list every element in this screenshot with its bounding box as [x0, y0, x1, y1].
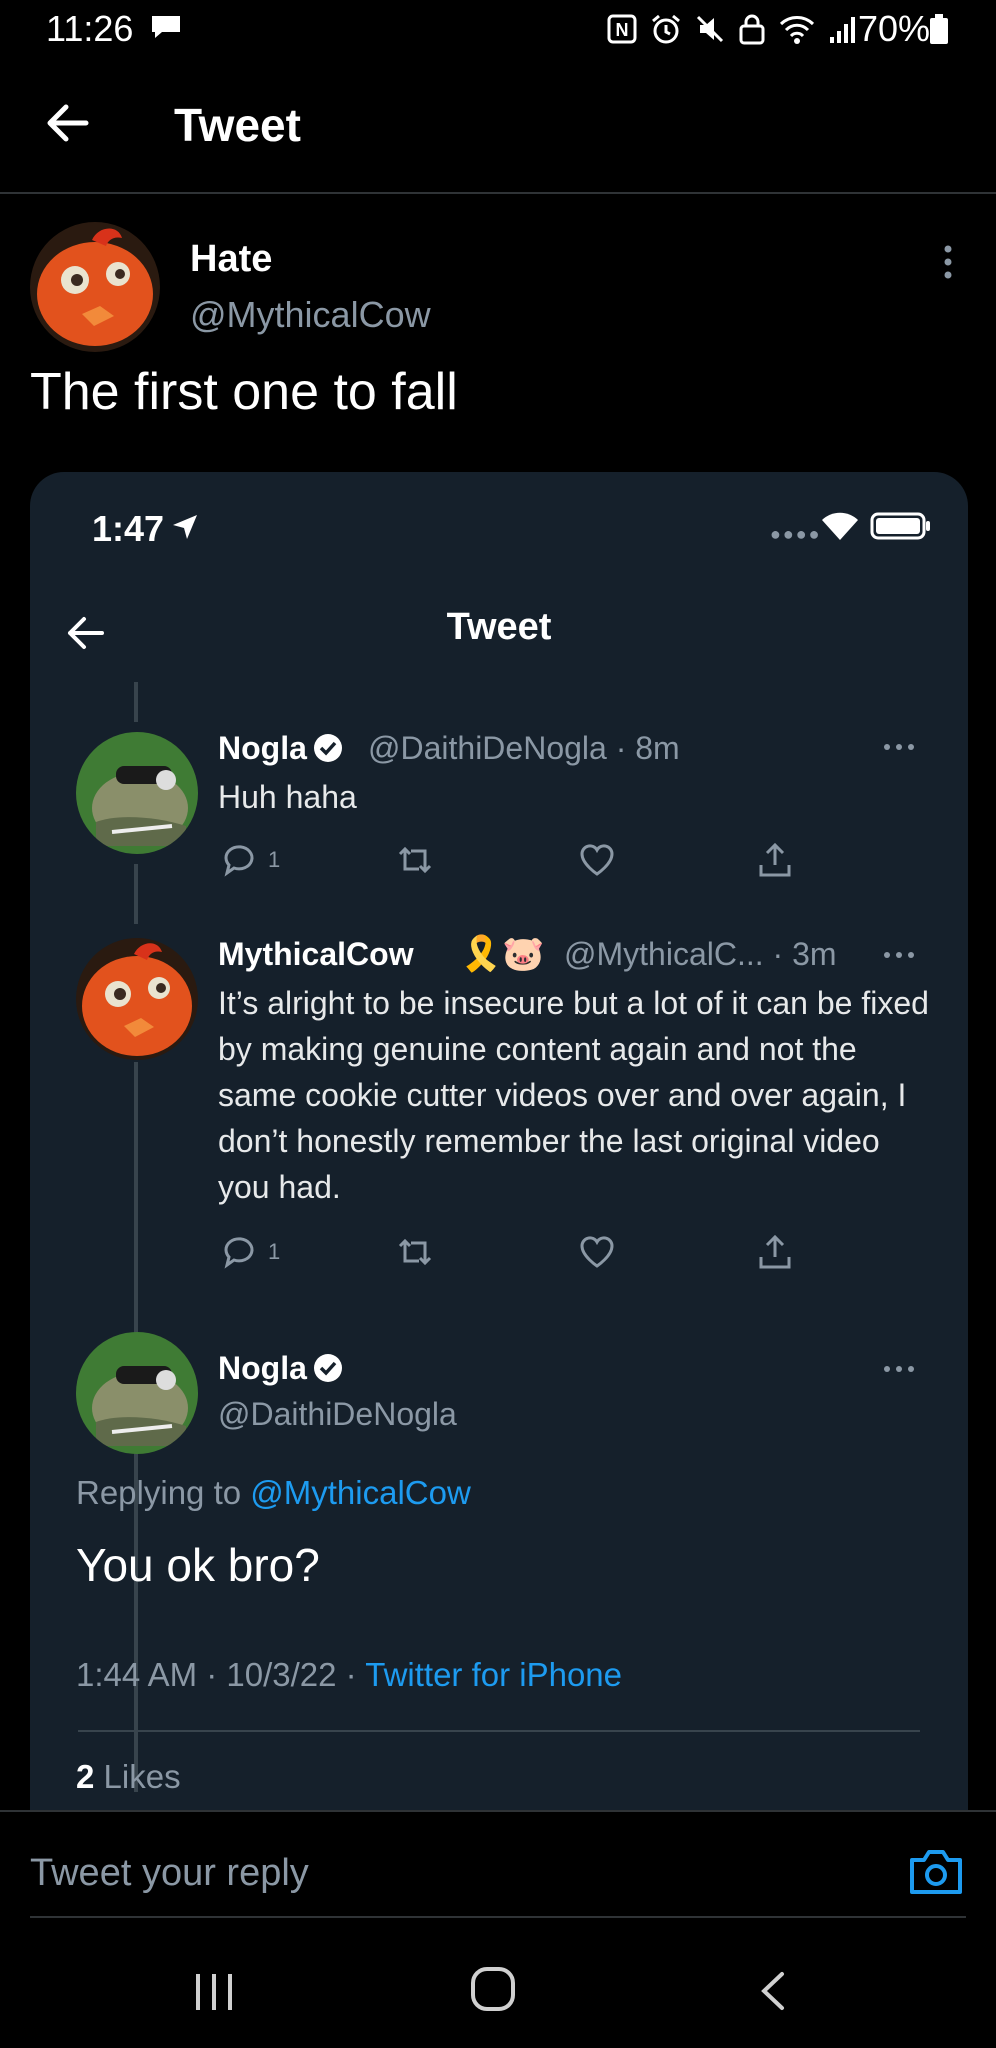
reply-input[interactable]: Tweet your reply — [30, 1852, 309, 1895]
retweet-action[interactable] — [396, 1232, 434, 1272]
replying-to-handle[interactable]: @MythicalCow — [250, 1474, 471, 1511]
thread-line — [134, 864, 138, 924]
reply-text: Huh haha — [218, 779, 357, 815]
tweet-timestamp: 1:44 AM · 10/3/22 · Twitter for iPhone — [76, 1656, 623, 1693]
mute-icon — [696, 15, 724, 43]
focused-author-handle[interactable]: @DaithiDeNogla — [218, 1396, 457, 1433]
author-avatar[interactable] — [30, 222, 160, 352]
reply-author-name[interactable]: Nogla — [218, 730, 343, 767]
verified-icon — [313, 734, 342, 762]
reply-handle-time: @DaithiDeNogla · 8m — [368, 730, 680, 766]
alarm-icon — [652, 14, 680, 44]
author-name[interactable]: Hate — [190, 238, 272, 281]
message-icon — [152, 16, 180, 38]
focused-tweet-text: You ok bro? — [76, 1539, 320, 1591]
status-time: 11:26 — [46, 8, 134, 49]
screenshot-status-time: 1:47 — [92, 508, 165, 549]
reply-icon — [224, 845, 254, 877]
more-options-icon[interactable] — [882, 742, 916, 752]
share-action[interactable] — [756, 840, 794, 880]
page-title: Tweet — [174, 99, 301, 151]
reply-handle-time: @MythicalC... · 3m — [564, 936, 837, 972]
reply-author-name[interactable]: MythicalCow — [218, 936, 414, 973]
nav-back-icon[interactable] — [758, 1970, 788, 2012]
header-divider — [0, 192, 996, 194]
tweet-text: The first one to fall — [30, 363, 458, 421]
heart-icon — [580, 1236, 614, 1268]
retweet-action[interactable] — [396, 840, 434, 880]
recent-apps-icon[interactable] — [192, 1972, 236, 2012]
status-bar: 11:26 N 70% — [0, 0, 996, 60]
share-icon — [759, 1234, 791, 1269]
back-arrow-icon[interactable] — [44, 100, 90, 146]
svg-text:N: N — [616, 20, 629, 40]
likes-count[interactable]: 2 Likes — [76, 1758, 181, 1796]
more-options-icon[interactable] — [882, 1364, 916, 1374]
replying-to: Replying to @MythicalCow — [76, 1474, 471, 1511]
home-icon[interactable] — [470, 1966, 516, 2012]
retweet-icon — [398, 846, 432, 874]
signal-icon — [830, 17, 855, 43]
like-action[interactable] — [578, 1232, 616, 1272]
reply-action[interactable]: 1 — [220, 840, 280, 880]
avatar[interactable] — [76, 732, 198, 854]
embedded-screenshot[interactable]: 1:47 ●●●● Tweet Nogla @DaithiDeNogla · 8… — [30, 472, 968, 1832]
reply-text: It’s alright to be insecure but a lot of… — [218, 985, 929, 1205]
author-emojis: 🎗️🐷 — [460, 935, 545, 973]
verified-icon — [313, 1354, 342, 1382]
retweet-icon — [398, 1238, 432, 1266]
divider — [0, 1810, 996, 1812]
lock-icon — [739, 14, 765, 45]
screenshot-title: Tweet — [446, 606, 552, 648]
reply-icon — [224, 1237, 254, 1269]
reply-count: 1 — [268, 1239, 281, 1264]
share-icon — [759, 842, 791, 877]
battery-icon — [870, 512, 930, 540]
reply-action[interactable]: 1 — [220, 1232, 280, 1272]
thread-line — [134, 682, 138, 722]
focused-author-name[interactable]: Nogla — [218, 1350, 343, 1387]
cell-signal-icon: ●●●● — [770, 524, 822, 544]
wifi-icon — [779, 16, 815, 44]
like-action[interactable] — [578, 840, 626, 880]
battery-percent: 70% — [858, 8, 931, 49]
share-action[interactable] — [756, 1232, 794, 1272]
location-arrow-icon — [173, 515, 197, 539]
reply-count: 1 — [268, 847, 281, 872]
nfc-icon: N — [607, 14, 637, 44]
camera-icon[interactable] — [908, 1846, 964, 1896]
status-icons: N — [606, 12, 858, 46]
author-handle[interactable]: @MythicalCow — [190, 294, 431, 336]
avatar[interactable] — [76, 938, 198, 1060]
avatar[interactable] — [76, 1332, 198, 1454]
heart-icon — [580, 844, 614, 876]
wifi-icon — [822, 512, 858, 540]
divider — [30, 1916, 966, 1918]
more-options-icon[interactable] — [938, 244, 958, 280]
battery-icon — [930, 14, 948, 44]
more-options-icon[interactable] — [882, 950, 916, 960]
tweet-source[interactable]: Twitter for iPhone — [365, 1656, 622, 1693]
divider — [78, 1730, 920, 1732]
